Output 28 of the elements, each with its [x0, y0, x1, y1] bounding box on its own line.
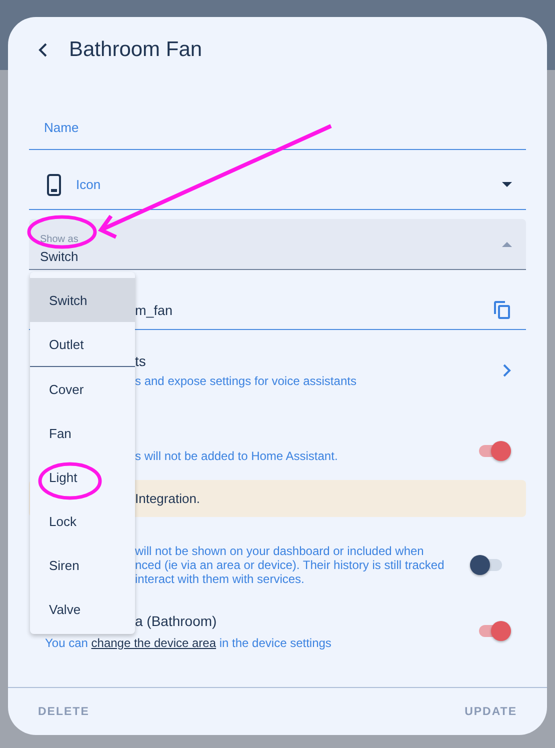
caret-icon: [502, 182, 512, 187]
dialog-title: Bathroom Fan: [69, 38, 202, 62]
chevron-icon[interactable]: [503, 364, 511, 376]
menu-item[interactable]: Fan: [30, 411, 135, 455]
row-description: You can change the device area in the device settings: [45, 636, 332, 650]
copy-icon[interactable]: [494, 301, 510, 319]
alert-text: Integration.: [135, 491, 200, 506]
show-as-select[interactable]: Show as Switch: [29, 219, 526, 270]
menu-item[interactable]: Lock: [30, 499, 135, 543]
row-description: will not be shown on your dashboard or included when nced (ie via an area or device). Their history is still tracked interact with them with services.: [135, 544, 446, 586]
back-icon[interactable]: [38, 43, 48, 57]
toggle-switch[interactable]: [477, 621, 511, 641]
menu-item[interactable]: Light: [30, 455, 135, 499]
menu-item[interactable]: Siren: [30, 543, 135, 587]
menu-item[interactable]: Cover: [30, 367, 135, 411]
toggle-switch[interactable]: [477, 441, 511, 461]
menu-item[interactable]: Switch: [30, 278, 135, 322]
voice-assistants-title[interactable]: ts: [135, 352, 503, 368]
change-area-link[interactable]: change the device area: [91, 636, 216, 650]
annotation-circle: [27, 215, 97, 249]
phone-icon: [47, 174, 61, 196]
row-title: a (Bathroom): [135, 612, 217, 628]
row-description: s will not be added to Home Assistant.: [135, 449, 339, 463]
menu-item[interactable]: Valve: [30, 587, 135, 631]
toggle-switch[interactable]: [470, 555, 504, 575]
caret-icon: [502, 242, 512, 246]
annotation-circle: [38, 462, 102, 500]
row-description: s and expose settings for voice assistants: [135, 374, 358, 388]
